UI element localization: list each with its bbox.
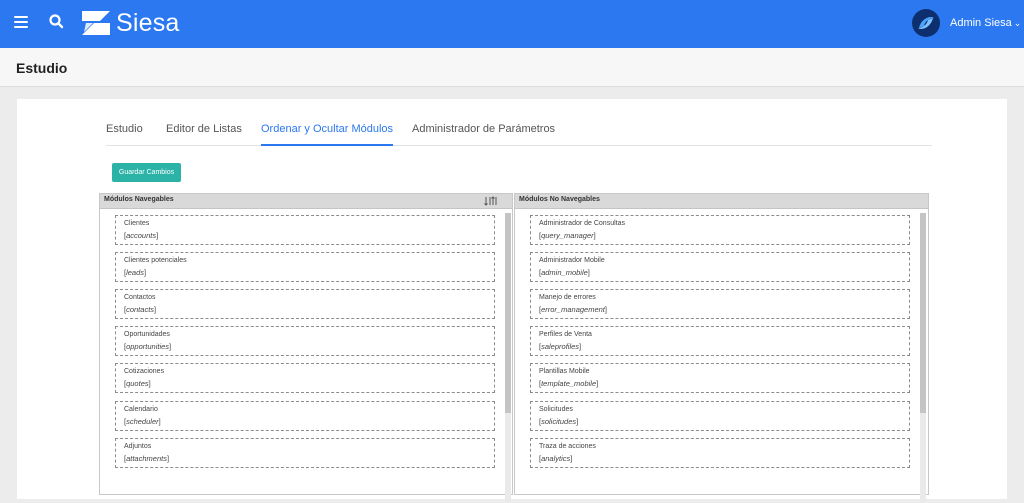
- module-label: Administrador de Consultas: [539, 220, 625, 227]
- module-key: [admin_mobile]: [539, 268, 590, 277]
- list-item-query-manager[interactable]: Administrador de Consultas [query_manage…: [530, 215, 910, 245]
- navigable-scroll-thumb[interactable]: [505, 213, 511, 413]
- navigable-scrollbar[interactable]: [505, 213, 511, 503]
- module-label: Perfiles de Venta: [539, 331, 592, 338]
- chevron-down-icon: ⌄: [1013, 18, 1022, 28]
- studio-card: Estudio Editor de Listas Ordenar y Ocult…: [17, 99, 1007, 503]
- module-label: Contactos: [124, 294, 156, 301]
- list-item-accounts[interactable]: Clientes [accounts]: [115, 215, 495, 245]
- list-item-solicitudes[interactable]: Solicitudes [solicitudes]: [530, 401, 910, 431]
- module-key: [accounts]: [124, 231, 159, 240]
- avatar-swirl-icon: [918, 17, 934, 29]
- non-navigable-panel-header: Módulos No Navegables: [515, 194, 928, 209]
- list-item-saleprofiles[interactable]: Perfiles de Venta [saleprofiles]: [530, 326, 910, 356]
- navigable-list: Clientes [accounts] Clientes potenciales…: [100, 209, 512, 503]
- module-key: [saleprofiles]: [539, 342, 582, 351]
- tab-administrador-de-parametros[interactable]: Administrador de Parámetros: [412, 123, 555, 144]
- brand-name: Siesa: [116, 8, 180, 37]
- module-label: Calendario: [124, 406, 158, 413]
- navigable-panel-header: Módulos Navegables: [100, 194, 512, 209]
- list-item-scheduler[interactable]: Calendario [scheduler]: [115, 401, 495, 431]
- non-navigable-list: Administrador de Consultas [query_manage…: [515, 209, 928, 503]
- module-label: Solicitudes: [539, 406, 573, 413]
- module-key: [error_management]: [539, 305, 607, 314]
- list-item-error-management[interactable]: Manejo de errores [error_management]: [530, 289, 910, 319]
- module-key: [query_manager]: [539, 231, 596, 240]
- list-item-admin-mobile[interactable]: Administrador Mobile [admin_mobile]: [530, 252, 910, 282]
- tab-ordenar-y-ocultar-modulos[interactable]: Ordenar y Ocultar Módulos: [261, 123, 394, 146]
- module-label: Cotizaciones: [124, 368, 165, 375]
- list-item-contacts[interactable]: Contactos [contacts]: [115, 289, 495, 319]
- hamburger-menu-icon[interactable]: [14, 16, 28, 28]
- list-item-opportunities[interactable]: Oportunidades [opportunities]: [115, 326, 495, 356]
- list-item-leads[interactable]: Clientes potenciales [leads]: [115, 252, 495, 282]
- module-key: [contacts]: [124, 305, 157, 314]
- non-navigable-modules-panel: Módulos No Navegables Administrador de C…: [514, 193, 929, 503]
- module-key: [opportunities]: [124, 342, 172, 351]
- non-navigable-scroll-thumb[interactable]: [920, 213, 926, 413]
- siesa-logo[interactable]: Siesa: [80, 8, 180, 38]
- list-item-quotes[interactable]: Cotizaciones [quotes]: [115, 363, 495, 393]
- page-title-bar: Estudio: [0, 48, 1024, 87]
- module-key: [scheduler]: [124, 417, 161, 426]
- sort-alpha-icon[interactable]: [484, 196, 498, 206]
- search-icon[interactable]: [48, 13, 66, 31]
- list-item-attachments[interactable]: Adjuntos [attachments]: [115, 438, 495, 468]
- list-item-analytics[interactable]: Traza de acciones [analytics]: [530, 438, 910, 468]
- module-key: [leads]: [124, 268, 147, 277]
- user-avatar[interactable]: [912, 9, 940, 37]
- module-key: [quotes]: [124, 379, 151, 388]
- navigable-modules-panel: Módulos Navegables Clientes [accounts] C…: [99, 193, 513, 503]
- module-label: Manejo de errores: [539, 294, 596, 301]
- module-key: [template_mobile]: [539, 379, 599, 388]
- module-label: Administrador Mobile: [539, 257, 605, 264]
- module-label: Oportunidades: [124, 331, 170, 338]
- page-title: Estudio: [16, 60, 68, 76]
- non-navigable-panel-title: Módulos No Navegables: [519, 196, 600, 203]
- module-label: Traza de acciones: [539, 443, 596, 450]
- non-navigable-scrollbar[interactable]: [920, 213, 926, 503]
- navigable-panel-title: Módulos Navegables: [104, 196, 174, 203]
- module-label: Clientes: [124, 220, 150, 227]
- user-menu[interactable]: Admin Siesa ⌄: [950, 17, 1021, 29]
- tab-bar: Estudio Editor de Listas Ordenar y Ocult…: [106, 121, 932, 146]
- module-label: Plantillas Mobile: [539, 368, 590, 375]
- user-name-label: Admin Siesa: [950, 17, 1012, 29]
- tab-editor-de-listas[interactable]: Editor de Listas: [166, 123, 242, 144]
- tab-estudio[interactable]: Estudio: [106, 123, 143, 144]
- module-label: Adjuntos: [124, 443, 152, 450]
- list-item-template-mobile[interactable]: Plantillas Mobile [template_mobile]: [530, 363, 910, 393]
- module-key: [attachments]: [124, 454, 170, 463]
- module-key: [solicitudes]: [539, 417, 579, 426]
- module-label: Clientes potenciales: [124, 257, 187, 264]
- save-changes-button[interactable]: Guardar Cambios: [112, 163, 181, 182]
- top-navbar: Siesa Admin Siesa ⌄: [0, 0, 1024, 48]
- module-key: [analytics]: [539, 454, 573, 463]
- siesa-logo-mark-icon: [82, 11, 110, 35]
